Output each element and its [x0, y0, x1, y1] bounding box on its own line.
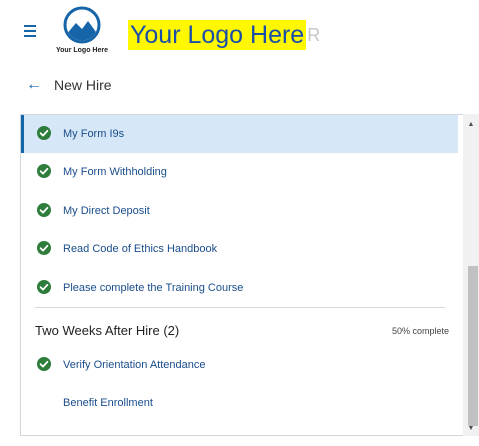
- group-progress: 50% complete: [391, 326, 449, 336]
- check-circle-icon: [37, 241, 51, 255]
- task-list-panel: My Form I9s My Form Withholding My Direc…: [20, 114, 463, 436]
- scrollbar-thumb[interactable]: [468, 266, 478, 426]
- task-row-form-i9s[interactable]: My Form I9s: [21, 115, 458, 153]
- check-circle-icon: [37, 203, 51, 217]
- logo-banner-tail: R: [307, 25, 321, 45]
- group-title: Two Weeks After Hire (2): [35, 323, 180, 338]
- section-divider: [35, 307, 445, 308]
- task-row-ethics-handbook[interactable]: Read Code of Ethics Handbook: [21, 230, 458, 268]
- task-link[interactable]: Read Code of Ethics Handbook: [63, 242, 217, 256]
- task-link[interactable]: My Form Withholding: [63, 165, 167, 179]
- logo-banner-text: Your Logo Here: [128, 20, 307, 50]
- check-circle-icon: [37, 164, 51, 178]
- logo-banner: Your Logo Here R: [128, 20, 320, 50]
- page-title: New Hire: [54, 77, 112, 93]
- hamburger-menu-icon[interactable]: [24, 24, 36, 37]
- check-circle-icon: [37, 126, 51, 140]
- task-link[interactable]: My Direct Deposit: [63, 204, 150, 218]
- scrollbar[interactable]: ▲ ▼: [463, 114, 479, 436]
- scroll-down-arrow-icon[interactable]: ▼: [463, 422, 479, 436]
- page-subheader: ← New Hire: [0, 66, 479, 104]
- task-link[interactable]: Please complete the Training Course: [63, 281, 243, 295]
- task-link[interactable]: Verify Orientation Attendance: [63, 358, 205, 372]
- task-row-form-withholding[interactable]: My Form Withholding: [21, 153, 458, 191]
- scroll-up-arrow-icon[interactable]: ▲: [463, 118, 479, 132]
- task-row-verify-orientation[interactable]: Verify Orientation Attendance: [21, 346, 458, 384]
- task-link[interactable]: My Form I9s: [63, 127, 124, 141]
- app-header: Your Logo Here Your Logo Here R: [0, 0, 479, 64]
- back-arrow-icon[interactable]: ←: [26, 77, 42, 93]
- task-row-direct-deposit[interactable]: My Direct Deposit: [21, 192, 458, 230]
- task-row-training-course[interactable]: Please complete the Training Course: [21, 269, 458, 307]
- mountain-logo-icon: [63, 6, 101, 44]
- task-row-benefit-enrollment[interactable]: Benefit Enrollment: [21, 384, 458, 422]
- company-logo: Your Logo Here: [46, 6, 118, 58]
- task-link[interactable]: Benefit Enrollment: [63, 396, 153, 410]
- check-circle-icon: [37, 280, 51, 294]
- logo-caption: Your Logo Here: [56, 47, 108, 54]
- check-circle-icon: [37, 357, 51, 371]
